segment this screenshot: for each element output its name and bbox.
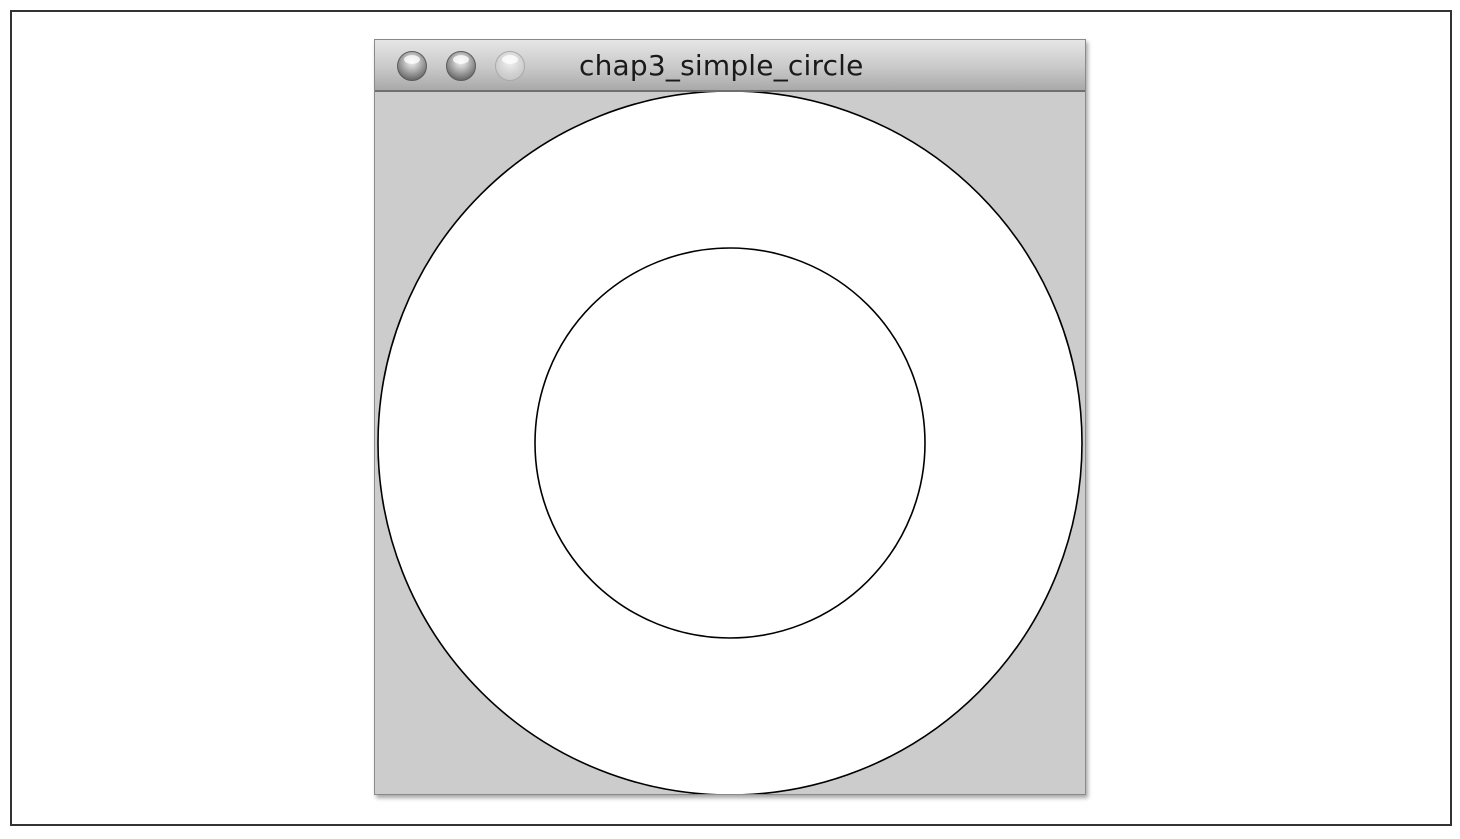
app-window: chap3_simple_circle	[374, 39, 1086, 795]
window-title: chap3_simple_circle	[579, 49, 864, 82]
zoom-button-shine	[502, 55, 518, 64]
zoom-button	[495, 51, 525, 81]
minimize-button[interactable]	[446, 51, 476, 81]
close-button-shine	[404, 55, 420, 64]
close-button[interactable]	[397, 51, 427, 81]
sketch-canvas	[375, 92, 1085, 794]
minimize-button-shine	[453, 55, 469, 64]
window-titlebar[interactable]: chap3_simple_circle	[375, 40, 1085, 92]
sketch-svg	[375, 92, 1085, 794]
inner-circle	[534, 247, 926, 639]
